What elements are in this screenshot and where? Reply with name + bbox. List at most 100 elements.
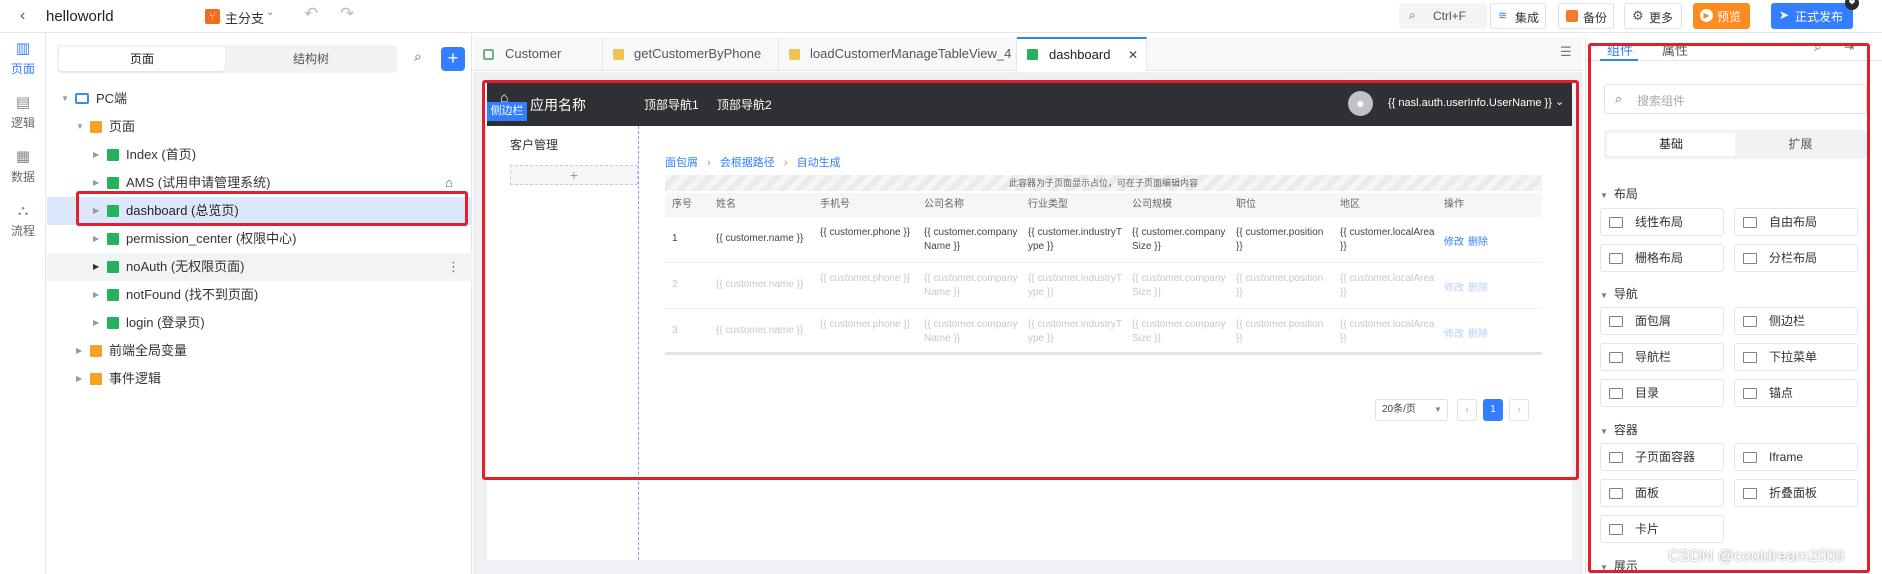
component-subpage-container[interactable]: 子页面容器 <box>1600 443 1724 471</box>
tree-node-noauth[interactable]: ▶ noAuth (无权限页面) ⋮ <box>47 253 472 281</box>
component-dropdown-menu[interactable]: 下拉菜单 <box>1734 343 1858 371</box>
breadcrumb-item[interactable]: 面包屑 <box>665 157 698 169</box>
component-linear-layout[interactable]: 线性布局 <box>1600 208 1724 236</box>
top-nav-item[interactable]: 顶部导航2 <box>717 96 772 113</box>
caret-right-icon[interactable]: ▶ <box>93 253 99 281</box>
rail-item-logic[interactable]: ▤ 逻辑 <box>0 95 46 131</box>
tab-dashboard[interactable]: dashboard ✕ <box>1017 37 1147 71</box>
page-size-select[interactable]: 20条/页 ▼ <box>1375 399 1448 421</box>
tree-node-ams[interactable]: ▶ AMS (试用申请管理系统) ⌂ <box>47 169 472 197</box>
section-navigation[interactable]: ▼ 导航 <box>1600 285 1638 302</box>
caret-right-icon[interactable]: ▶ <box>76 365 82 393</box>
search-icon[interactable]: ⌕ <box>1814 38 1822 55</box>
preview-button[interactable]: ▶ 预览 <box>1693 3 1750 29</box>
search-shortcut-button[interactable]: ⌕ Ctrl+F <box>1399 3 1487 29</box>
caret-right-icon[interactable]: ▶ <box>76 337 82 365</box>
tab-properties[interactable]: 属性 <box>1662 40 1688 59</box>
caret-right-icon[interactable]: ▶ <box>93 309 99 337</box>
caret-down-icon[interactable]: ▼ <box>61 85 69 113</box>
notification-icon[interactable]: ❤ <box>1845 0 1859 10</box>
tab-loadcustomermanagetableview[interactable]: loadCustomerManageTableView_4 <box>779 37 1017 71</box>
component-free-layout[interactable]: 自由布局 <box>1734 208 1858 236</box>
breadcrumb-item[interactable]: 会根据路径 <box>720 157 775 169</box>
tab-structure-tree[interactable]: 结构树 <box>227 47 395 71</box>
edit-link[interactable]: 修改 <box>1444 279 1464 294</box>
backup-button[interactable]: 备份 <box>1558 3 1614 29</box>
page-number-button[interactable]: 1 <box>1483 399 1503 421</box>
section-container[interactable]: ▼ 容器 <box>1600 421 1638 438</box>
subtab-basic[interactable]: 基础 <box>1607 133 1735 156</box>
component-iframe[interactable]: Iframe <box>1734 443 1858 471</box>
caret-right-icon[interactable]: ▶ <box>93 141 99 169</box>
chevron-down-icon[interactable]: ⌄ <box>1555 95 1564 108</box>
caret-right-icon[interactable]: ▶ <box>93 281 99 309</box>
caret-right-icon[interactable]: ▶ <box>93 225 99 253</box>
component-sidebar[interactable]: 侧边栏 <box>1734 307 1858 335</box>
next-page-button[interactable]: › <box>1509 399 1529 421</box>
tab-pages[interactable]: 页面 <box>59 47 225 71</box>
avatar[interactable]: ● <box>1348 91 1373 116</box>
breadcrumb-item[interactable]: 自动生成 <box>797 157 841 169</box>
section-layout[interactable]: ▼ 布局 <box>1600 185 1638 202</box>
delete-link[interactable]: 删除 <box>1468 233 1488 248</box>
subpage-placeholder[interactable]: 此容器为子页面显示占位，可在子页面编辑内容 <box>665 175 1542 191</box>
edit-link[interactable]: 修改 <box>1444 325 1464 340</box>
rail-item-data[interactable]: ▦ 数据 <box>0 149 46 185</box>
component-search-input[interactable]: ⌕ 搜索组件 <box>1604 84 1867 114</box>
tab-components[interactable]: 组件 <box>1607 40 1633 59</box>
rail-item-flow[interactable]: ⛬ 流程 <box>0 203 46 239</box>
undo-icon[interactable]: ↶ <box>304 4 318 24</box>
delete-link[interactable]: 删除 <box>1468 325 1488 340</box>
component-grid-layout[interactable]: 栅格布局 <box>1600 244 1724 272</box>
close-icon[interactable]: ✕ <box>1128 39 1138 71</box>
tab-getcustomerbyphone[interactable]: getCustomerByPhone <box>603 37 779 71</box>
table-cell: {{ customer.companyName }} <box>924 319 1018 344</box>
add-page-button[interactable]: + <box>441 47 465 71</box>
side-menu-item[interactable]: 客户管理 <box>510 136 558 153</box>
rail-item-page[interactable]: ▥ 页面 <box>0 41 46 77</box>
component-navbar[interactable]: 导航栏 <box>1600 343 1724 371</box>
delete-link[interactable]: 删除 <box>1468 279 1488 294</box>
caret-right-icon[interactable]: ▶ <box>93 169 99 197</box>
tree-node-event-logic[interactable]: ▶ 事件逻辑 <box>47 365 472 393</box>
tab-customer[interactable]: Customer <box>473 37 603 71</box>
caret-right-icon[interactable]: ▶ <box>93 197 99 225</box>
tree-node-global-vars[interactable]: ▶ 前端全局变量 <box>47 337 472 365</box>
component-toc[interactable]: 目录 <box>1600 379 1724 407</box>
tree-node-pages-folder[interactable]: ▼ 页面 <box>47 113 472 141</box>
search-icon[interactable]: ⌕ <box>414 48 422 65</box>
redo-icon[interactable]: ↷ <box>340 4 354 24</box>
integrate-button[interactable]: ≋ 集成 <box>1490 3 1546 29</box>
tab-list-icon[interactable]: ☰ <box>1560 44 1572 60</box>
tree-node-login[interactable]: ▶ login (登录页) <box>47 309 472 337</box>
tree-node-notfound[interactable]: ▶ notFound (找不到页面) <box>47 281 472 309</box>
branch-selector[interactable]: 主分支 <box>225 8 264 27</box>
table-cell: {{ customer.localArea }} <box>1340 319 1435 344</box>
subtab-extension[interactable]: 扩展 <box>1737 133 1864 156</box>
component-breadcrumb[interactable]: 面包屑 <box>1600 307 1724 335</box>
table-cell: 3 <box>672 325 678 336</box>
edit-link[interactable]: 修改 <box>1444 233 1464 248</box>
add-menu-item-button[interactable]: + <box>510 165 638 185</box>
app-header[interactable]: ⌂ 应用名称 侧边栏 顶部导航1 顶部导航2 ● {{ nasl.auth.us… <box>487 81 1572 126</box>
tree-node-dashboard[interactable]: ▶ dashboard (总览页) <box>47 197 472 225</box>
component-panel[interactable]: 面板 <box>1600 479 1724 507</box>
back-icon[interactable]: ‹ <box>20 7 25 25</box>
tree-node-pc[interactable]: ▼ PC端 <box>47 85 472 113</box>
component-card[interactable]: 卡片 <box>1600 515 1724 543</box>
caret-down-icon[interactable]: ▼ <box>76 113 84 141</box>
section-display[interactable]: ▼ 展示 <box>1600 557 1638 574</box>
collapse-panel-icon[interactable]: ⇥ <box>1844 40 1854 54</box>
component-collapse-panel[interactable]: 折叠面板 <box>1734 479 1858 507</box>
component-anchor[interactable]: 锚点 <box>1734 379 1858 407</box>
more-vertical-icon[interactable]: ⋮ <box>447 253 460 281</box>
more-button[interactable]: ⚙ 更多 <box>1624 3 1682 29</box>
tree-node-index[interactable]: ▶ Index (首页) <box>47 141 472 169</box>
component-column-layout[interactable]: 分栏布局 <box>1734 244 1858 272</box>
chevron-down-icon[interactable]: ⌄ <box>266 7 274 18</box>
caret-down-icon: ▼ <box>1600 563 1608 572</box>
prev-page-button[interactable]: ‹ <box>1457 399 1477 421</box>
publish-button[interactable]: ➤ 正式发布 <box>1771 3 1853 29</box>
tree-node-permission-center[interactable]: ▶ permission_center (权限中心) <box>47 225 472 253</box>
top-nav-item[interactable]: 顶部导航1 <box>644 96 699 113</box>
